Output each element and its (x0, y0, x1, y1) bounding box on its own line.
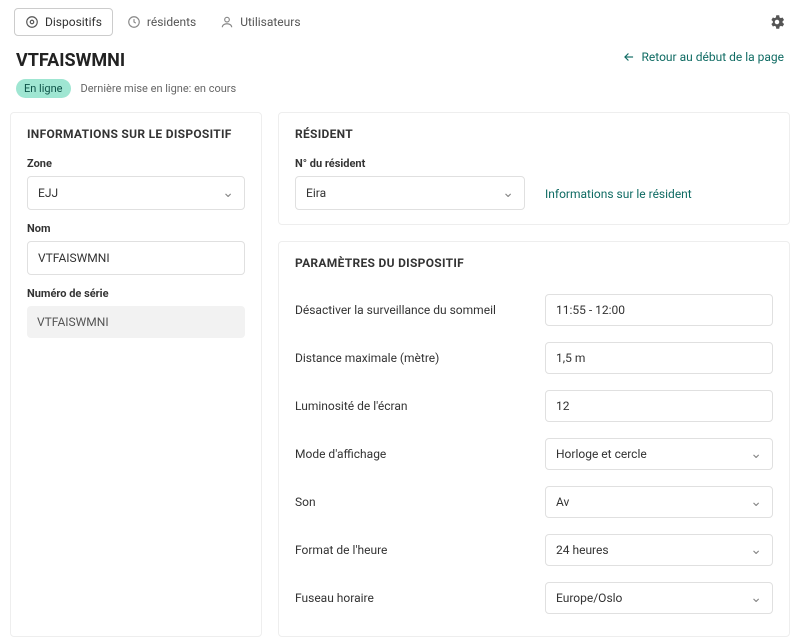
device-settings-card: PARAMÈTRES DU DISPOSITIF Désactiver la s… (278, 241, 790, 637)
resident-title: RÉSIDENT (295, 127, 773, 141)
arrow-left-icon (622, 50, 636, 64)
nav-devices[interactable]: Dispositifs (14, 8, 113, 36)
main-content: INFORMATIONS SUR LE DISPOSITIF Zone EJJ … (0, 112, 800, 637)
page-header: VTFAISWMNI Retour au début de la page (0, 44, 800, 75)
settings-row: Format de l'heure 24 heures ⌄ (295, 526, 773, 574)
serial-value: VTFAISWMNI (37, 315, 109, 329)
page-title: VTFAISWMNI (16, 50, 125, 71)
zone-value: EJJ (38, 186, 58, 200)
device-info-card: INFORMATIONS SUR LE DISPOSITIF Zone EJJ … (10, 112, 262, 637)
name-input[interactable]: VTFAISWMNI (27, 241, 245, 275)
settings-input[interactable]: 1,5 m (545, 342, 773, 374)
settings-input[interactable]: 12 (545, 390, 773, 422)
devices-icon (25, 15, 39, 29)
nav-residents[interactable]: résidents (117, 9, 206, 35)
settings-row: Distance maximale (mètre) 1,5 m (295, 334, 773, 382)
clock-icon (127, 15, 141, 29)
zone-select[interactable]: EJJ ⌄ (27, 176, 245, 210)
nav-devices-label: Dispositifs (45, 15, 102, 29)
settings-row-control: 12 (545, 390, 773, 422)
settings-rows: Désactiver la surveillance du sommeil 11:… (295, 286, 773, 622)
settings-select[interactable]: Horloge et cercle ⌄ (545, 438, 773, 470)
resident-card: RÉSIDENT N° du résident Eira ⌄ Informati… (278, 112, 790, 225)
name-label: Nom (27, 222, 245, 235)
resident-value: Eira (306, 186, 326, 200)
status-badge: En ligne (16, 79, 71, 98)
settings-row-label: Fuseau horaire (295, 591, 545, 605)
settings-row-control: 24 heures ⌄ (545, 534, 773, 566)
resident-info-link[interactable]: Informations sur le résident (545, 187, 692, 210)
settings-value: 24 heures (556, 543, 609, 557)
resident-number-label: N° du résident (295, 157, 525, 170)
settings-row: Luminosité de l'écran 12 (295, 382, 773, 430)
nav-residents-label: résidents (147, 15, 196, 29)
settings-value: 11:55 - 12:00 (556, 303, 625, 317)
settings-row-label: Mode d'affichage (295, 447, 545, 461)
settings-value: Horloge et cercle (556, 447, 647, 461)
chevron-down-icon: ⌄ (750, 495, 762, 509)
nav-users-label: Utilisateurs (240, 15, 300, 29)
settings-row: Mode d'affichage Horloge et cercle ⌄ (295, 430, 773, 478)
user-icon (220, 15, 234, 29)
settings-row-control: 11:55 - 12:00 (545, 294, 773, 326)
settings-row-control: 1,5 m (545, 342, 773, 374)
settings-row-control: Horloge et cercle ⌄ (545, 438, 773, 470)
settings-select[interactable]: Av ⌄ (545, 486, 773, 518)
settings-value: Europe/Oslo (556, 591, 622, 605)
settings-row-control: Europe/Oslo ⌄ (545, 582, 773, 614)
serial-label: Numéro de série (27, 287, 245, 300)
back-link-label: Retour au début de la page (642, 50, 784, 64)
last-online-text: Dernière mise en ligne: en cours (81, 82, 237, 95)
settings-row-label: Distance maximale (mètre) (295, 351, 545, 365)
settings-value: 12 (556, 399, 570, 413)
resident-select[interactable]: Eira ⌄ (295, 176, 525, 210)
settings-row-label: Format de l'heure (295, 543, 545, 557)
settings-row-label: Son (295, 495, 545, 509)
settings-row: Son Av ⌄ (295, 478, 773, 526)
resident-info-label: Informations sur le résident (545, 187, 692, 201)
status-row: En ligne Dernière mise en ligne: en cour… (0, 75, 800, 112)
settings-row: Désactiver la surveillance du sommeil 11:… (295, 286, 773, 334)
chevron-down-icon: ⌄ (750, 591, 762, 605)
serial-readonly: VTFAISWMNI (27, 306, 245, 338)
chevron-down-icon: ⌄ (750, 447, 762, 461)
settings-input[interactable]: 11:55 - 12:00 (545, 294, 773, 326)
settings-value: 1,5 m (556, 351, 585, 365)
chevron-down-icon: ⌄ (222, 186, 234, 200)
device-settings-title: PARAMÈTRES DU DISPOSITIF (295, 256, 773, 270)
name-value: VTFAISWMNI (38, 251, 110, 265)
right-column: RÉSIDENT N° du résident Eira ⌄ Informati… (278, 112, 790, 637)
settings-row-label: Désactiver la surveillance du sommeil (295, 303, 545, 317)
chevron-down-icon: ⌄ (502, 186, 514, 200)
back-to-top-link[interactable]: Retour au début de la page (622, 50, 784, 64)
nav-users[interactable]: Utilisateurs (210, 9, 310, 35)
zone-label: Zone (27, 157, 245, 170)
settings-row-label: Luminosité de l'écran (295, 399, 545, 413)
device-info-title: INFORMATIONS SUR LE DISPOSITIF (27, 127, 245, 141)
chevron-down-icon: ⌄ (750, 543, 762, 557)
settings-row-control: Av ⌄ (545, 486, 773, 518)
top-nav: Dispositifs résidents Utilisateurs (0, 0, 800, 44)
settings-select[interactable]: Europe/Oslo ⌄ (545, 582, 773, 614)
settings-icon[interactable] (768, 13, 786, 31)
settings-row: Fuseau horaire Europe/Oslo ⌄ (295, 574, 773, 622)
settings-value: Av (556, 495, 569, 509)
settings-select[interactable]: 24 heures ⌄ (545, 534, 773, 566)
